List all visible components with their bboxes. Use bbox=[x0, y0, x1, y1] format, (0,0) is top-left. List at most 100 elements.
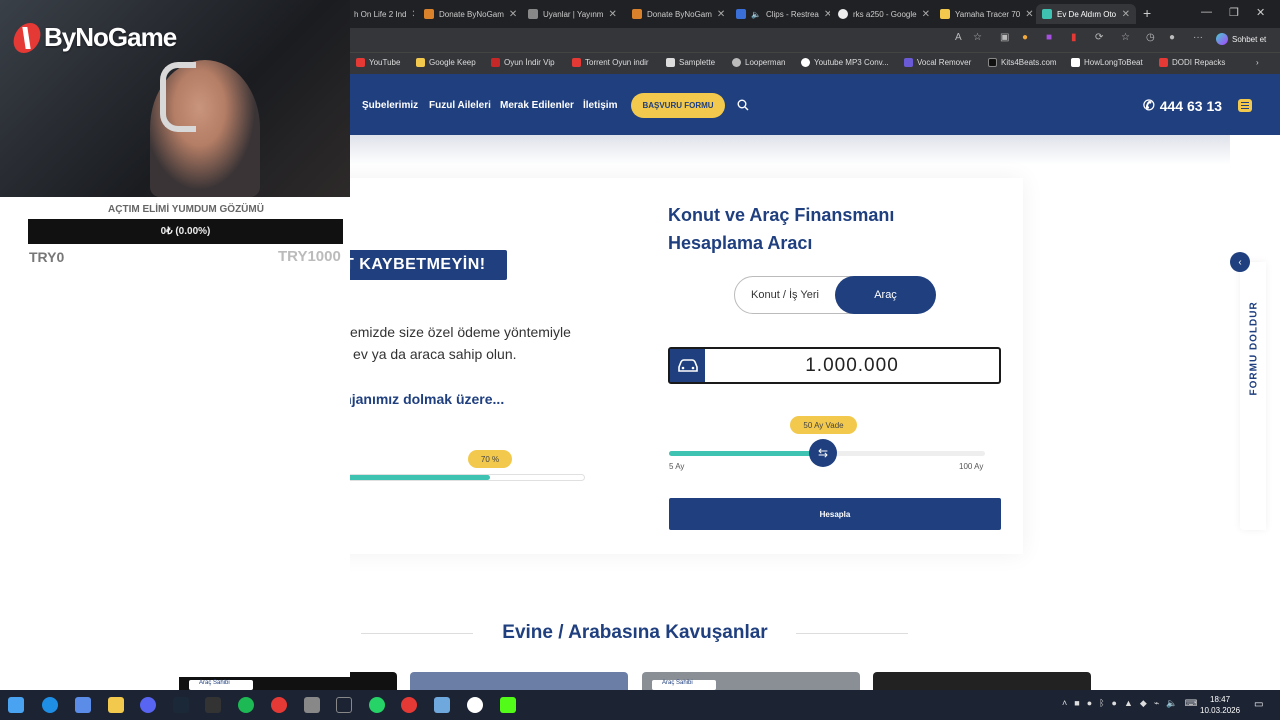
site-favicon-icon bbox=[1159, 58, 1168, 67]
steam-icon[interactable] bbox=[173, 697, 189, 713]
bookmark-item[interactable]: YouTube bbox=[356, 58, 400, 67]
more-menu-icon[interactable]: ··· bbox=[1193, 32, 1203, 43]
browser-tab[interactable]: 🔈 Clips - Restrea ✕ bbox=[730, 4, 830, 24]
apply-form-button[interactable]: BAŞVURU FORMU bbox=[631, 93, 725, 118]
store-icon[interactable] bbox=[75, 697, 91, 713]
testimonial-thumbnail[interactable]: Araç Sahibi bbox=[642, 672, 860, 690]
bluetooth-icon[interactable]: ᛒ bbox=[1099, 698, 1104, 709]
site-favicon-icon bbox=[666, 58, 675, 67]
tab-label: Clips - Restrea bbox=[765, 9, 819, 19]
browser-tab[interactable]: Donate ByNoGam ✕ bbox=[626, 4, 726, 24]
tray-app-icon[interactable]: ● bbox=[1087, 698, 1092, 709]
edge-icon[interactable] bbox=[42, 697, 58, 713]
browser-tab[interactable]: Uyanlar | Yayınm ✕ bbox=[522, 4, 622, 24]
finance-type-toggle[interactable]: Konut / İş Yeri Araç bbox=[734, 276, 936, 314]
bookmark-item[interactable]: DODI Repacks bbox=[1159, 58, 1225, 67]
hamburger-menu-icon[interactable] bbox=[1238, 99, 1252, 112]
bookmark-label: Kits4Beats.com bbox=[1001, 58, 1057, 67]
favorite-star-icon[interactable]: ☆ bbox=[973, 32, 982, 43]
donation-goal-title: AÇTIM ELİMİ YUMDUM GÖZÜMÜ bbox=[108, 204, 264, 215]
nav-link-merak-edilenler[interactable]: Merak Edilenler bbox=[500, 100, 574, 111]
term-slider-handle-icon[interactable]: ⇆ bbox=[809, 439, 837, 467]
close-icon[interactable]: ✕ bbox=[824, 9, 830, 20]
browser-tab-active[interactable]: Ev De Aldım Oto ✕ bbox=[1036, 4, 1136, 24]
app-icon[interactable] bbox=[336, 697, 352, 713]
app-icon[interactable] bbox=[271, 697, 287, 713]
nav-link-subelerimiz[interactable]: Şubelerimiz bbox=[362, 100, 418, 111]
bookmark-item[interactable]: Oyun İndir Vip bbox=[491, 58, 555, 67]
epic-games-icon[interactable] bbox=[205, 697, 221, 713]
windows-start-icon[interactable] bbox=[8, 697, 24, 713]
app-icon[interactable] bbox=[401, 697, 417, 713]
amount-input[interactable] bbox=[705, 349, 999, 382]
toggle-option-arac[interactable]: Araç bbox=[835, 276, 936, 314]
close-window-icon[interactable]: ✕ bbox=[1256, 6, 1265, 19]
extension-icon[interactable]: ● bbox=[1022, 32, 1028, 43]
close-icon[interactable]: ✕ bbox=[922, 9, 930, 20]
browser-tab[interactable]: rks a250 - Google ✕ bbox=[832, 4, 932, 24]
obs-icon[interactable] bbox=[467, 697, 483, 713]
phone-number[interactable]: ✆ 444 63 13 bbox=[1143, 97, 1222, 114]
profile-avatar-icon[interactable]: ● bbox=[1169, 32, 1175, 43]
bookmark-item[interactable]: Torrent Oyun indir bbox=[572, 58, 649, 67]
extension-icon[interactable]: ■ bbox=[1046, 32, 1052, 43]
taskbar-clock[interactable]: 18:47 10.03.2026 bbox=[1200, 694, 1240, 716]
close-icon[interactable]: ✕ bbox=[1025, 9, 1033, 20]
bookmark-item[interactable]: Looperman bbox=[732, 58, 785, 67]
browser-tab[interactable]: Donate ByNoGam ✕ bbox=[418, 4, 518, 24]
chevron-left-icon[interactable]: ‹ bbox=[1230, 252, 1250, 272]
close-icon[interactable]: ✕ bbox=[411, 9, 414, 20]
tray-app-icon[interactable]: ▲ bbox=[1124, 698, 1133, 709]
nav-link-iletisim[interactable]: İletişim bbox=[583, 100, 617, 111]
search-icon[interactable] bbox=[737, 99, 749, 111]
bookmark-item[interactable]: Google Keep bbox=[416, 58, 476, 67]
browser-tab[interactable]: h On Life 2 Ind ✕ bbox=[348, 4, 414, 24]
copilot-chat-button[interactable]: Sohbet et bbox=[1216, 33, 1266, 45]
calculate-button[interactable]: Hesapla bbox=[669, 498, 1001, 530]
app-icon[interactable] bbox=[434, 697, 450, 713]
testimonial-thumbnail[interactable] bbox=[873, 672, 1091, 690]
bookmark-item[interactable]: Kits4Beats.com bbox=[988, 58, 1057, 67]
discord-icon[interactable] bbox=[140, 697, 156, 713]
close-icon[interactable]: ✕ bbox=[608, 9, 616, 20]
tray-app-icon[interactable]: ◆ bbox=[1140, 698, 1147, 709]
toggle-option-konut[interactable]: Konut / İş Yeri bbox=[735, 277, 835, 313]
extensions-icon[interactable]: ⟳ bbox=[1095, 32, 1103, 43]
close-icon[interactable]: ✕ bbox=[509, 9, 517, 20]
bookmark-item[interactable]: Youtube MP3 Conv... bbox=[801, 58, 889, 67]
new-tab-icon[interactable]: + bbox=[1143, 5, 1151, 21]
history-icon[interactable]: ◷ bbox=[1146, 32, 1155, 43]
bookmark-item[interactable]: Vocal Remover bbox=[904, 58, 971, 67]
amount-field[interactable] bbox=[668, 347, 1001, 384]
notification-icon[interactable]: ▭ bbox=[1254, 699, 1263, 710]
network-icon[interactable]: ⌁ bbox=[1154, 698, 1159, 709]
testimonial-thumbnail[interactable] bbox=[410, 672, 628, 690]
headset-image bbox=[160, 62, 196, 132]
chevron-up-icon[interactable]: ˄ bbox=[1062, 698, 1067, 709]
spotify-icon[interactable] bbox=[238, 697, 254, 713]
app-icon[interactable] bbox=[304, 697, 320, 713]
read-aloud-icon[interactable]: A bbox=[955, 32, 962, 43]
folder-icon[interactable] bbox=[108, 697, 124, 713]
bookmarks-more-icon[interactable]: › bbox=[1256, 58, 1259, 67]
tray-app-icon[interactable]: ■ bbox=[1074, 698, 1079, 709]
tray-app-icon[interactable]: ● bbox=[1112, 698, 1117, 709]
browser-tab[interactable]: Yamaha Tracer 70 ✕ bbox=[934, 4, 1034, 24]
nav-link-fuzul-aileleri[interactable]: Fuzul Aileleri bbox=[429, 100, 491, 111]
close-icon[interactable]: ✕ bbox=[717, 9, 725, 20]
language-icon[interactable]: ⌨ bbox=[1184, 698, 1197, 709]
extension-icon[interactable]: ▮ bbox=[1071, 32, 1077, 43]
close-icon[interactable]: ✕ bbox=[1122, 9, 1130, 20]
kick-icon[interactable] bbox=[500, 697, 516, 713]
maximize-icon[interactable]: ❐ bbox=[1229, 6, 1239, 19]
bookmark-item[interactable]: HowLongToBeat bbox=[1071, 58, 1143, 67]
bookmark-label: HowLongToBeat bbox=[1084, 58, 1143, 67]
whatsapp-icon[interactable] bbox=[369, 697, 385, 713]
extension-icon[interactable]: ▣ bbox=[1000, 32, 1009, 43]
donation-overlay-panel bbox=[0, 197, 350, 677]
collections-icon[interactable]: ☆ bbox=[1121, 32, 1130, 43]
bookmark-label: Youtube MP3 Conv... bbox=[814, 58, 889, 67]
volume-icon[interactable]: 🔈 bbox=[1166, 698, 1177, 709]
bookmark-item[interactable]: Samplette bbox=[666, 58, 715, 67]
minimize-icon[interactable]: — bbox=[1201, 6, 1212, 18]
